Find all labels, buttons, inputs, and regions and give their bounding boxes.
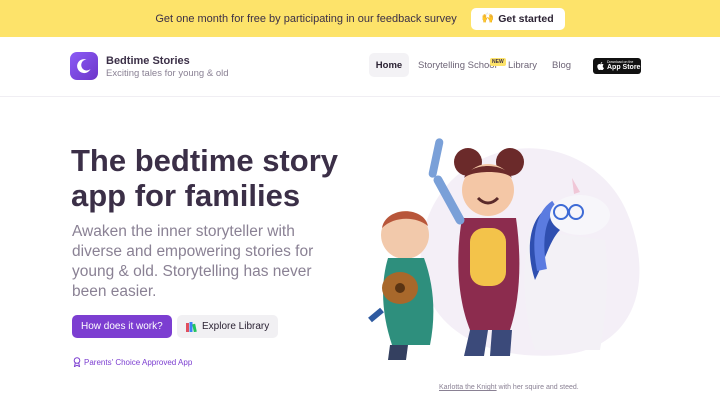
new-badge: NEW: [490, 58, 506, 66]
get-started-button[interactable]: 🙌 Get started: [470, 7, 565, 30]
apple-icon: [597, 62, 604, 70]
get-started-label: Get started: [498, 12, 554, 25]
app-store-button[interactable]: Download on the App Store: [593, 58, 641, 74]
brand-tagline: Exciting tales for young & old: [106, 68, 229, 79]
promo-banner: Get one month for free by participating …: [0, 0, 720, 37]
caption-text: with her squire and steed.: [496, 384, 579, 391]
illustration-caption: Karlotta the Knight with her squire and …: [439, 384, 579, 391]
nav-home[interactable]: Home: [369, 53, 409, 77]
hero-title: The bedtime story app for families: [71, 143, 338, 213]
app-store-big-text: App Store: [607, 64, 641, 72]
promo-text: Get one month for free by participating …: [155, 12, 457, 25]
books-icon: [186, 321, 197, 332]
explore-library-label: Explore Library: [202, 321, 270, 332]
raised-hands-icon: 🙌: [481, 13, 495, 24]
parents-choice-label: Parents' Choice Approved App: [84, 357, 193, 367]
nav-storytelling-school[interactable]: Storytelling School: [418, 53, 497, 77]
logo[interactable]: [70, 52, 98, 80]
parents-choice-badge[interactable]: Parents' Choice Approved App: [73, 357, 192, 367]
brand-name[interactable]: Bedtime Stories: [106, 55, 190, 67]
award-ribbon-icon: [73, 357, 81, 367]
nav-blog[interactable]: Blog: [552, 53, 571, 77]
nav-library[interactable]: Library: [508, 53, 537, 77]
caption-link[interactable]: Karlotta the Knight: [439, 384, 497, 391]
explore-library-button[interactable]: Explore Library: [177, 315, 279, 338]
hero-illustration: [368, 138, 640, 360]
hero-subtitle: Awaken the inner storyteller with divers…: [72, 223, 314, 300]
boy-squire-figure: [368, 211, 434, 360]
crescent-moon-icon: [77, 59, 91, 74]
how-does-it-work-button[interactable]: How does it work?: [72, 315, 172, 338]
